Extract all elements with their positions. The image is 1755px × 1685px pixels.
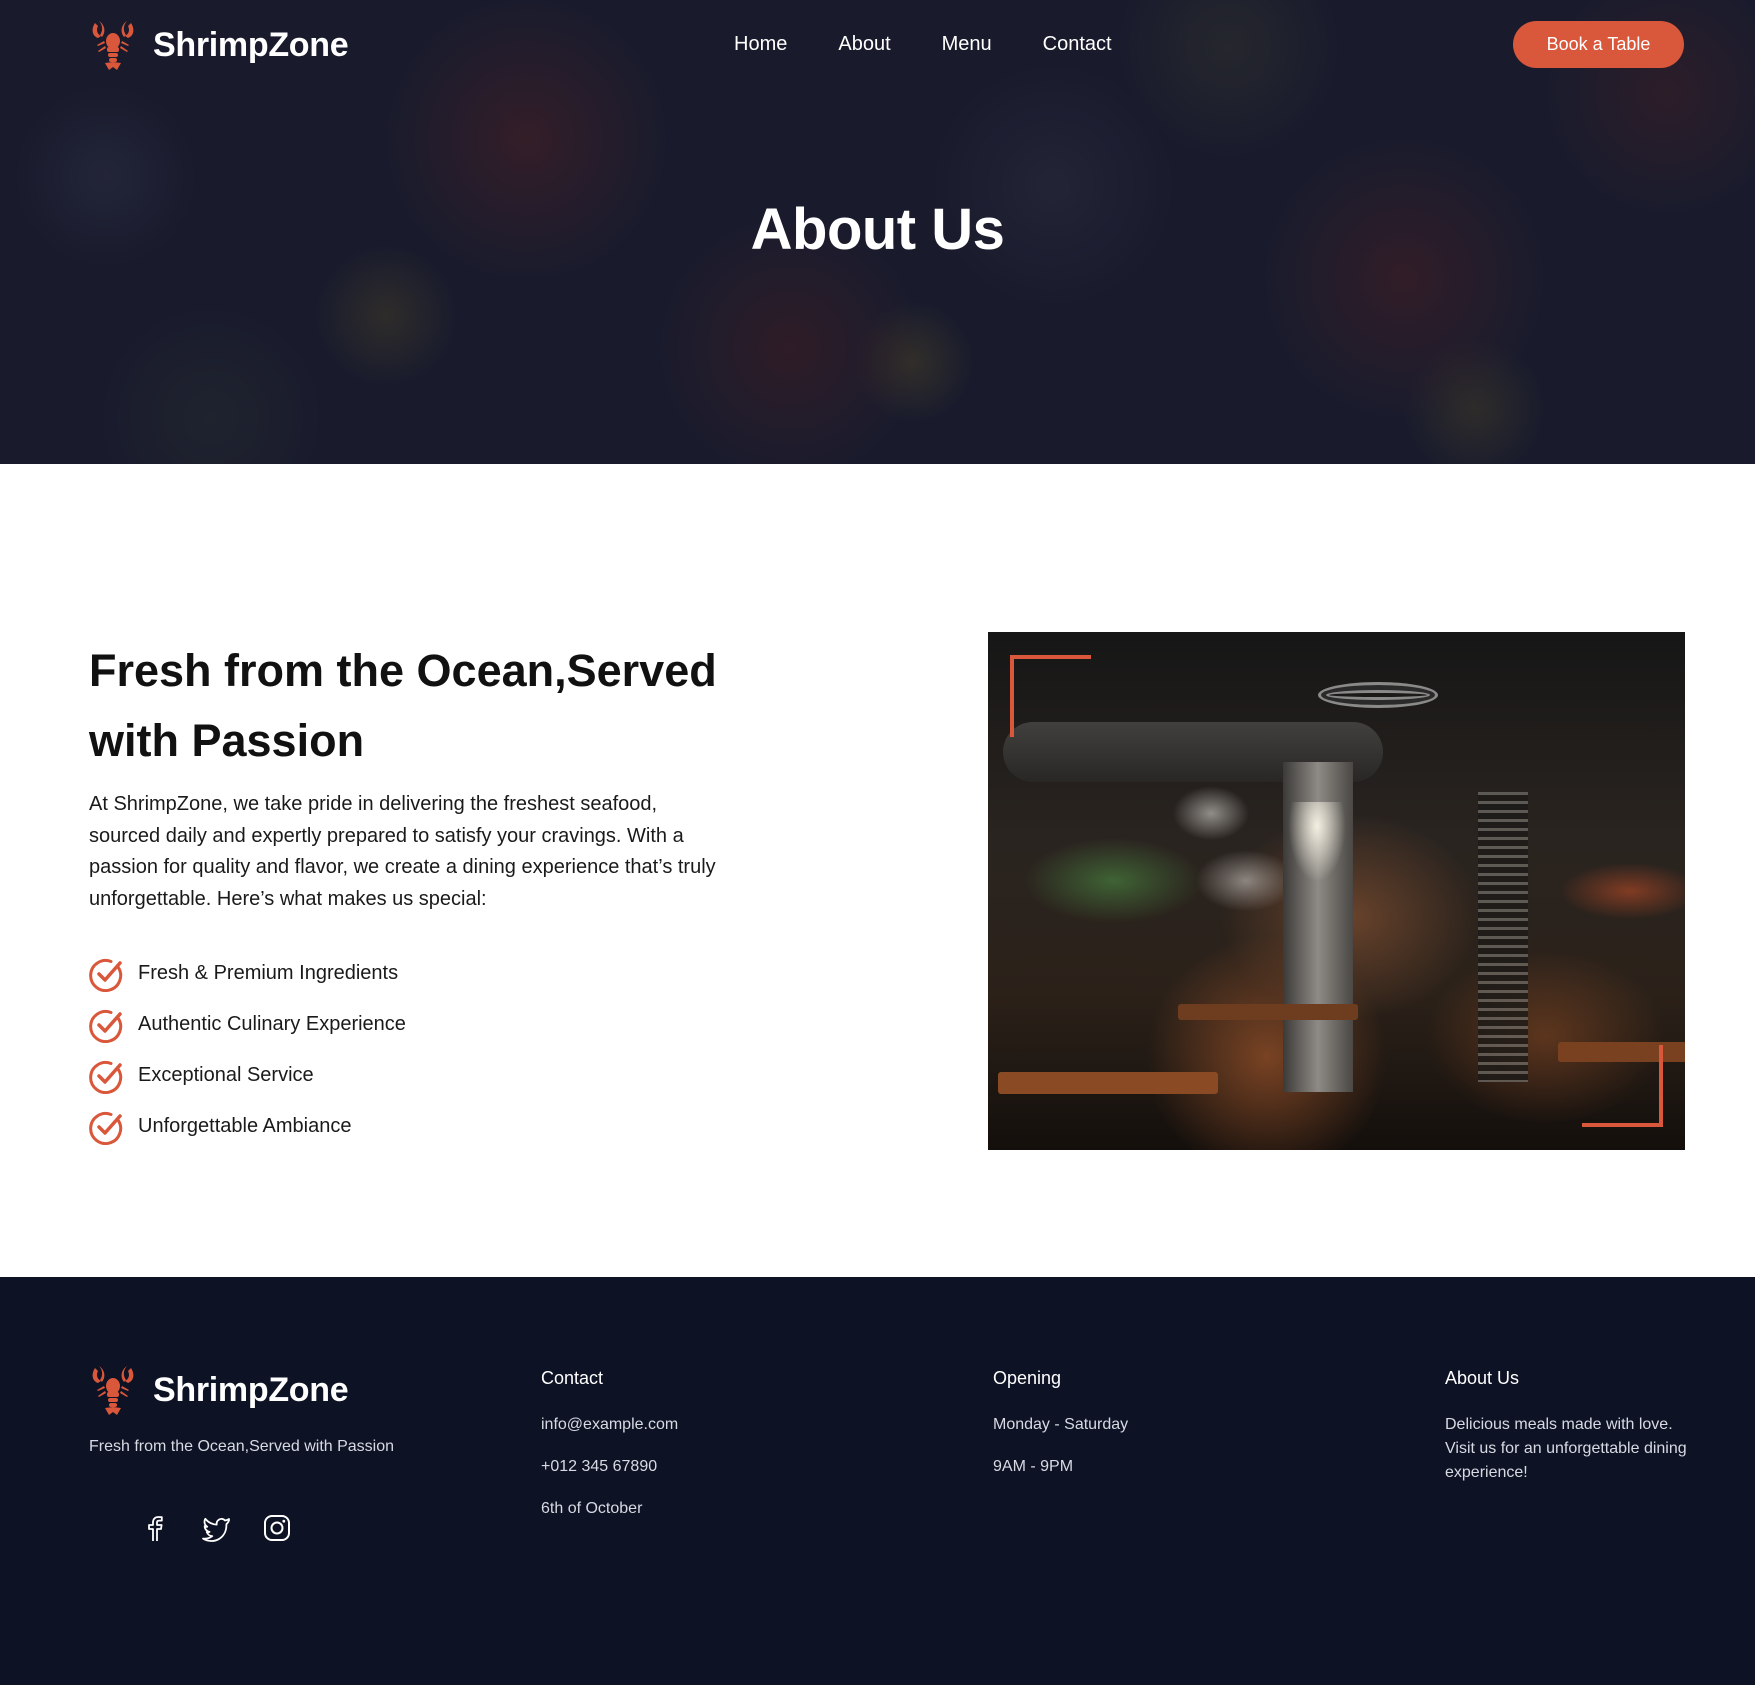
feature-list: Fresh & Premium Ingredients Authentic Cu…	[89, 948, 406, 1152]
brand-name: ShrimpZone	[153, 25, 349, 64]
instagram-link[interactable]	[262, 1513, 292, 1543]
restaurant-interior-photo	[988, 632, 1685, 1150]
feature-item: Authentic Culinary Experience	[89, 999, 406, 1050]
footer-opening: Opening Monday - Saturday 9AM - 9PM	[993, 1365, 1128, 1497]
nav-link-menu[interactable]: Menu	[942, 30, 992, 58]
contact-address: 6th of October	[541, 1500, 643, 1517]
opening-days: Monday - Saturday	[993, 1416, 1129, 1433]
nav-link-about[interactable]: About	[838, 30, 890, 58]
feature-label: Unforgettable Ambiance	[138, 1115, 352, 1137]
hero-banner: ShrimpZone Home About Menu Contact Book …	[0, 0, 1755, 464]
check-circle-icon	[89, 1060, 123, 1094]
wall-light	[1288, 802, 1346, 882]
footer-about: About Us Delicious meals made with love.…	[1445, 1365, 1690, 1485]
top-nav: ShrimpZone Home About Menu Contact Book …	[0, 0, 1755, 90]
frame-corner-top-left	[1010, 655, 1091, 737]
footer-contact-title: Contact	[541, 1368, 604, 1388]
about-section: Fresh from the Ocean,Served with Passion…	[0, 464, 1755, 1277]
check-circle-icon	[89, 958, 123, 992]
contact-email[interactable]: info@example.com	[541, 1413, 678, 1437]
footer-about-text: Delicious meals made with love. Visit us…	[1445, 1416, 1687, 1481]
about-heading: Fresh from the Ocean,Served with Passion	[89, 645, 717, 766]
opening-hours: 9AM - 9PM	[993, 1458, 1074, 1475]
twitter-icon	[202, 1517, 230, 1542]
footer-about-title: About Us	[1445, 1368, 1520, 1388]
footer-contact: Contact info@example.com +012 345 67890 …	[541, 1365, 678, 1539]
nav-menu: Home About Menu Contact	[734, 30, 1112, 58]
about-intro: At ShrimpZone, we take pride in deliveri…	[89, 793, 716, 910]
logo[interactable]: ShrimpZone	[89, 18, 349, 72]
instagram-icon	[264, 1515, 290, 1541]
lobster-icon	[92, 21, 134, 70]
dining-table	[998, 1072, 1218, 1094]
nav-link-contact[interactable]: Contact	[1043, 30, 1112, 58]
social-links	[140, 1513, 292, 1543]
contact-phone[interactable]: +012 345 67890	[541, 1455, 678, 1479]
facebook-icon	[148, 1516, 163, 1541]
feature-item: Unforgettable Ambiance	[89, 1101, 406, 1152]
book-table-button[interactable]: Book a Table	[1513, 21, 1684, 68]
dining-table	[1178, 1004, 1358, 1020]
feature-item: Exceptional Service	[89, 1050, 406, 1101]
feature-label: Authentic Culinary Experience	[138, 1013, 406, 1035]
nav-link-home[interactable]: Home	[734, 30, 787, 58]
feature-item: Fresh & Premium Ingredients	[89, 948, 406, 999]
footer-tagline: Fresh from the Ocean,Served with Passion	[89, 1438, 395, 1455]
lobster-icon	[92, 1366, 134, 1415]
feature-label: Exceptional Service	[138, 1064, 314, 1086]
feature-label: Fresh & Premium Ingredients	[138, 962, 399, 984]
facebook-link[interactable]	[140, 1513, 170, 1543]
footer-logo[interactable]: ShrimpZone	[89, 1363, 349, 1417]
footer-brand-name: ShrimpZone	[153, 1370, 349, 1409]
ceiling-vent	[1318, 682, 1438, 708]
footer-opening-title: Opening	[993, 1368, 1062, 1388]
page-title: About Us	[750, 197, 1005, 262]
twitter-link[interactable]	[201, 1513, 231, 1543]
frame-corner-bottom-right	[1582, 1045, 1663, 1127]
footer: ShrimpZone Fresh from the Ocean,Served w…	[0, 1277, 1755, 1685]
check-circle-icon	[89, 1111, 123, 1145]
check-circle-icon	[89, 1009, 123, 1043]
window-blinds	[1478, 792, 1528, 1082]
